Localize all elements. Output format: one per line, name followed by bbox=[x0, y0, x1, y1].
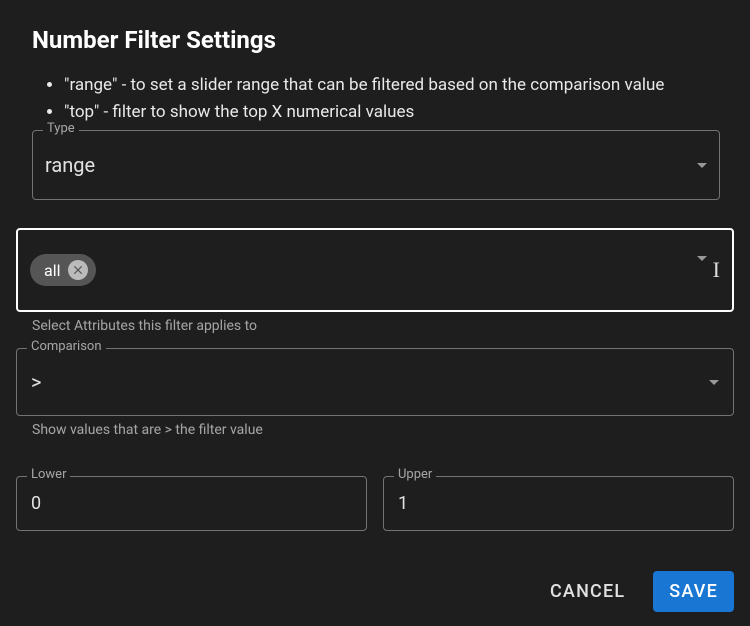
cancel-button[interactable]: Cancel bbox=[534, 571, 641, 612]
attributes-select[interactable]: all I bbox=[16, 228, 734, 312]
type-select-value: range bbox=[45, 153, 95, 177]
upper-input[interactable] bbox=[398, 493, 719, 514]
type-select[interactable]: Type range bbox=[32, 130, 720, 200]
description-list: "range" - to set a slider range that can… bbox=[16, 72, 734, 126]
save-button[interactable]: Save bbox=[653, 571, 734, 612]
comparison-helper: Show values that are > the filter value bbox=[32, 422, 734, 438]
upper-label: Upper bbox=[394, 467, 436, 482]
attributes-helper: Select Attributes this filter applies to bbox=[32, 318, 734, 334]
lower-field[interactable]: Lower bbox=[16, 476, 367, 531]
upper-field[interactable]: Upper bbox=[383, 476, 734, 531]
chip-remove-icon[interactable] bbox=[68, 260, 88, 280]
comparison-label: Comparison bbox=[27, 339, 106, 354]
comparison-select[interactable]: Comparison > bbox=[16, 348, 734, 416]
attribute-chip[interactable]: all bbox=[30, 254, 96, 286]
description-item: "range" - to set a slider range that can… bbox=[64, 72, 734, 99]
description-item: "top" - filter to show the top X numeric… bbox=[64, 99, 734, 126]
chevron-down-icon[interactable] bbox=[697, 261, 707, 280]
lower-input[interactable] bbox=[31, 493, 352, 514]
type-label: Type bbox=[43, 121, 79, 136]
chevron-down-icon bbox=[709, 380, 719, 385]
chevron-down-icon bbox=[697, 163, 707, 168]
dialog-title: Number Filter Settings bbox=[32, 26, 734, 54]
chip-label: all bbox=[44, 261, 60, 280]
comparison-value: > bbox=[31, 370, 41, 394]
text-cursor-icon: I bbox=[713, 259, 720, 281]
lower-label: Lower bbox=[27, 467, 70, 482]
